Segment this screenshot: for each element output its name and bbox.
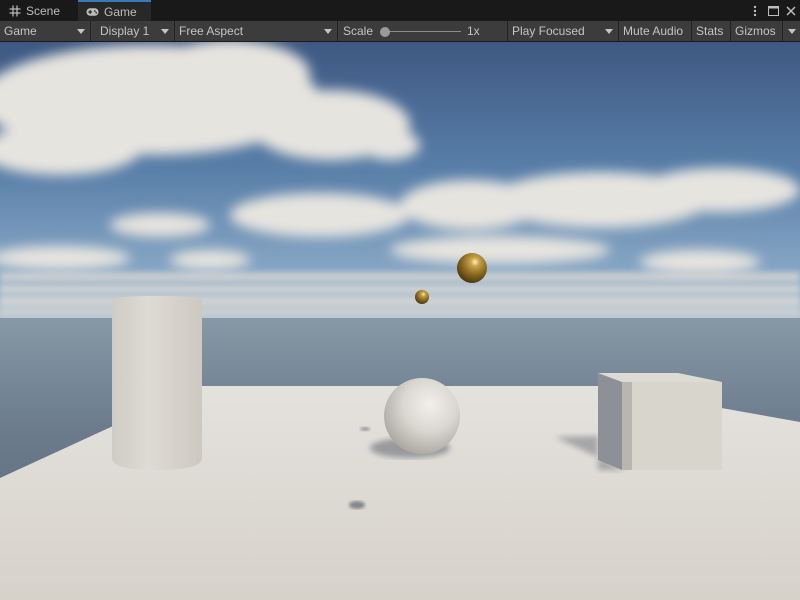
scale-label: Scale xyxy=(343,24,374,38)
gold-sphere-large xyxy=(457,253,487,283)
gold-sphere-small xyxy=(415,290,429,304)
stats-toggle[interactable]: Stats xyxy=(692,21,731,41)
tab-scene[interactable]: Scene xyxy=(0,0,78,21)
display-label: Display 1 xyxy=(100,24,150,38)
stats-label: Stats xyxy=(696,24,724,38)
game-viewport[interactable] xyxy=(0,42,800,600)
gizmos-label: Gizmos xyxy=(735,24,776,38)
chevron-down-icon xyxy=(161,29,169,34)
cylinder xyxy=(112,296,202,470)
gizmos-toggle[interactable]: Gizmos xyxy=(731,21,783,41)
play-mode-label: Play Focused xyxy=(512,24,585,38)
scale-value: 1x xyxy=(467,24,480,38)
kebab-menu-icon[interactable] xyxy=(748,4,762,18)
view-mode-label: Game xyxy=(4,24,37,38)
chevron-down-icon xyxy=(77,29,85,34)
chevron-down-icon xyxy=(788,29,796,34)
scale-slider-track[interactable] xyxy=(383,31,461,32)
scale-slider-thumb[interactable] xyxy=(380,27,390,37)
view-mode-dropdown[interactable]: Game xyxy=(0,21,91,41)
tab-bar: Scene Game xyxy=(0,0,800,21)
gamepad-icon xyxy=(86,5,99,18)
chevron-down-icon xyxy=(605,29,613,34)
tab-scene-label: Scene xyxy=(26,3,61,18)
aspect-label: Free Aspect xyxy=(179,24,244,38)
tab-game-label: Game xyxy=(104,4,137,19)
chevron-down-icon xyxy=(324,29,332,34)
gizmos-dropdown[interactable] xyxy=(783,21,800,41)
tab-game[interactable]: Game xyxy=(78,0,151,21)
close-icon[interactable] xyxy=(784,4,798,18)
maximize-icon[interactable] xyxy=(766,4,780,18)
mute-audio-label: Mute Audio xyxy=(623,24,684,38)
mute-audio-toggle[interactable]: Mute Audio xyxy=(619,21,692,41)
game-render xyxy=(0,42,800,600)
display-dropdown[interactable]: Display 1 xyxy=(91,21,175,41)
grid-hash-icon xyxy=(8,4,21,17)
window-controls xyxy=(748,0,798,21)
cube xyxy=(598,373,722,470)
aspect-dropdown[interactable]: Free Aspect xyxy=(175,21,338,41)
white-sphere xyxy=(384,378,460,454)
play-mode-dropdown[interactable]: Play Focused xyxy=(508,21,619,41)
